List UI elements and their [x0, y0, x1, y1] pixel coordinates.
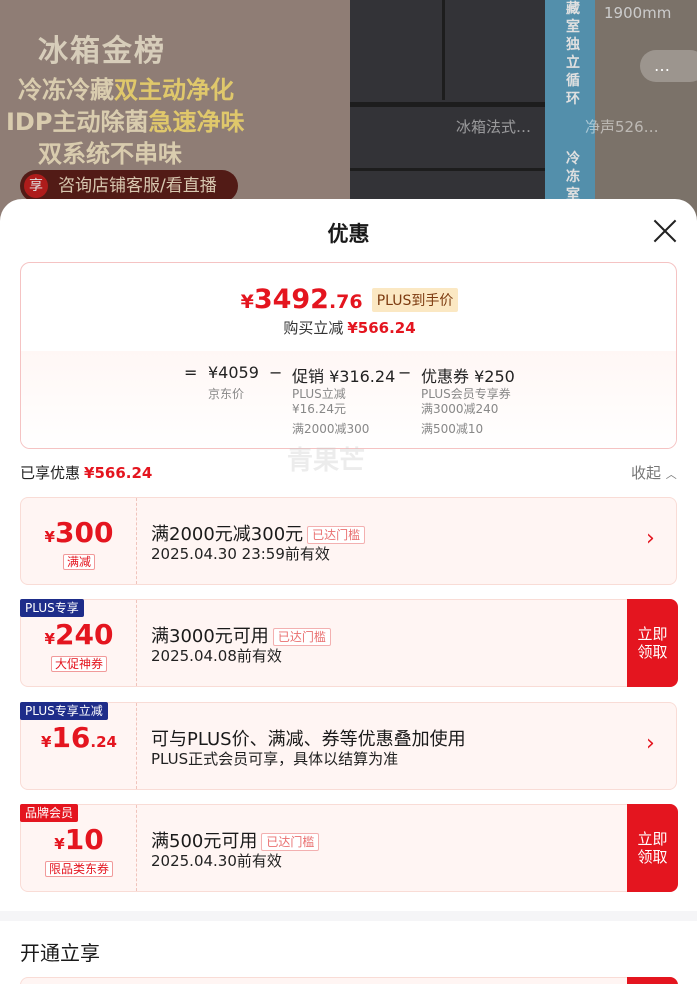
claim-button[interactable]: 立即 领取 — [627, 599, 678, 687]
threshold-chip: 已达门槛 — [307, 526, 366, 544]
brand-member-badge: 品牌会员 — [20, 804, 79, 822]
coupon-card[interactable]: ¥300 满减 满2000元减300元 已达门槛 2025.04.30 23:59… — [20, 497, 677, 585]
more-icon: … — [640, 50, 697, 82]
jd-price: ¥4059 — [208, 363, 259, 382]
ghost-tab-right: 净声526… — [585, 118, 659, 136]
coupon-amount: ¥300 — [44, 516, 114, 549]
ghost-tab-left: 冰箱法式… — [456, 118, 532, 136]
claim-button-peek[interactable] — [627, 977, 678, 984]
reduce-amount: ¥566.24 — [347, 319, 416, 337]
claim-button[interactable]: 立即 领取 — [627, 804, 678, 892]
coupon-validity: PLUS正式会员可享，具体以结算为准 — [151, 750, 399, 768]
plus-reduce-badge: PLUS专享立减 — [20, 702, 108, 720]
final-price-row: ¥3492.76 PLUS到手价 — [21, 284, 676, 315]
coupon-validity: 2025.04.30 23:59前有效 — [151, 545, 330, 563]
threshold-chip: 已达门槛 — [272, 628, 331, 646]
plus-price-badge: PLUS到手价 — [371, 287, 459, 312]
promo-amount: 促销 ¥316.24 — [292, 367, 396, 386]
section-divider — [0, 911, 697, 921]
coupon-sub-2: 满3000减240 — [421, 402, 499, 416]
coupon-left: ¥300 满减 — [21, 498, 137, 584]
chevron-up-icon: ︿ — [665, 468, 677, 481]
formula-equals: = — [184, 363, 198, 382]
price-summary-card: ¥3492.76 PLUS到手价 购买立减 ¥566.24 = ¥4059 京东价… — [20, 262, 677, 449]
enjoyed-amount: ¥566.24 — [84, 464, 153, 482]
dim-overlay — [0, 0, 697, 230]
coupon-sub-3: 满500减10 — [421, 422, 484, 436]
coupon-amount: ¥16.24 — [41, 721, 117, 754]
close-icon[interactable] — [652, 218, 678, 244]
final-price: ¥3492.76 — [240, 284, 363, 315]
chevron-right-icon[interactable]: › — [646, 528, 664, 550]
plus-exclusive-badge: PLUS专享 — [20, 599, 84, 617]
jd-price-label: 京东价 — [208, 387, 245, 401]
enjoyed-row: 已享优惠 ¥566.24 — [20, 464, 153, 482]
coupon-card: ¥240 大促神券 PLUS专享 满3000元可用 已达门槛 2025.04.08… — [20, 599, 678, 687]
coupon-card-peek — [20, 977, 678, 984]
purchase-reduce-row: 购买立减 ¥566.24 — [283, 319, 416, 337]
coupon-validity: 2025.04.08前有效 — [151, 647, 282, 665]
watermark: 青果芒 — [287, 446, 366, 476]
coupon-validity: 2025.04.30前有效 — [151, 852, 282, 870]
coupon-tag: 限品类东券 — [44, 861, 113, 877]
coupon-tag: 大促神券 — [50, 656, 107, 672]
promo-sub-2: ¥16.24元 — [292, 402, 346, 416]
coupon-amount: ¥10 — [54, 823, 104, 856]
coupon-card[interactable]: ¥16.24 PLUS专享立减 可与PLUS价、满减、券等优惠叠加使用 PLUS… — [20, 702, 677, 790]
promo-sub-3: 满2000减300 — [292, 422, 370, 436]
coupon-amount: ¥240 — [44, 618, 114, 651]
sheet-title: 优惠 — [327, 222, 370, 246]
formula-minus-2: − — [398, 363, 412, 382]
formula-minus-1: − — [269, 363, 283, 382]
coupon-tag: 满减 — [62, 554, 95, 570]
section-title: 开通立享 — [20, 941, 100, 965]
threshold-chip: 已达门槛 — [261, 833, 320, 851]
product-image-area: 冰箱金榜 冷冻冷藏双主动净化 IDP主动除菌急速净味 双系统不串味 享 咨询店铺… — [0, 0, 697, 230]
chevron-right-icon[interactable]: › — [646, 733, 664, 755]
coupon-card: ¥10 限品类东券 品牌会员 满500元可用 已达门槛 2025.04.30前有效… — [20, 804, 678, 892]
collapse-button[interactable]: 收起 ︿ — [631, 462, 677, 483]
coupon-amount: 优惠券 ¥250 — [421, 367, 515, 386]
